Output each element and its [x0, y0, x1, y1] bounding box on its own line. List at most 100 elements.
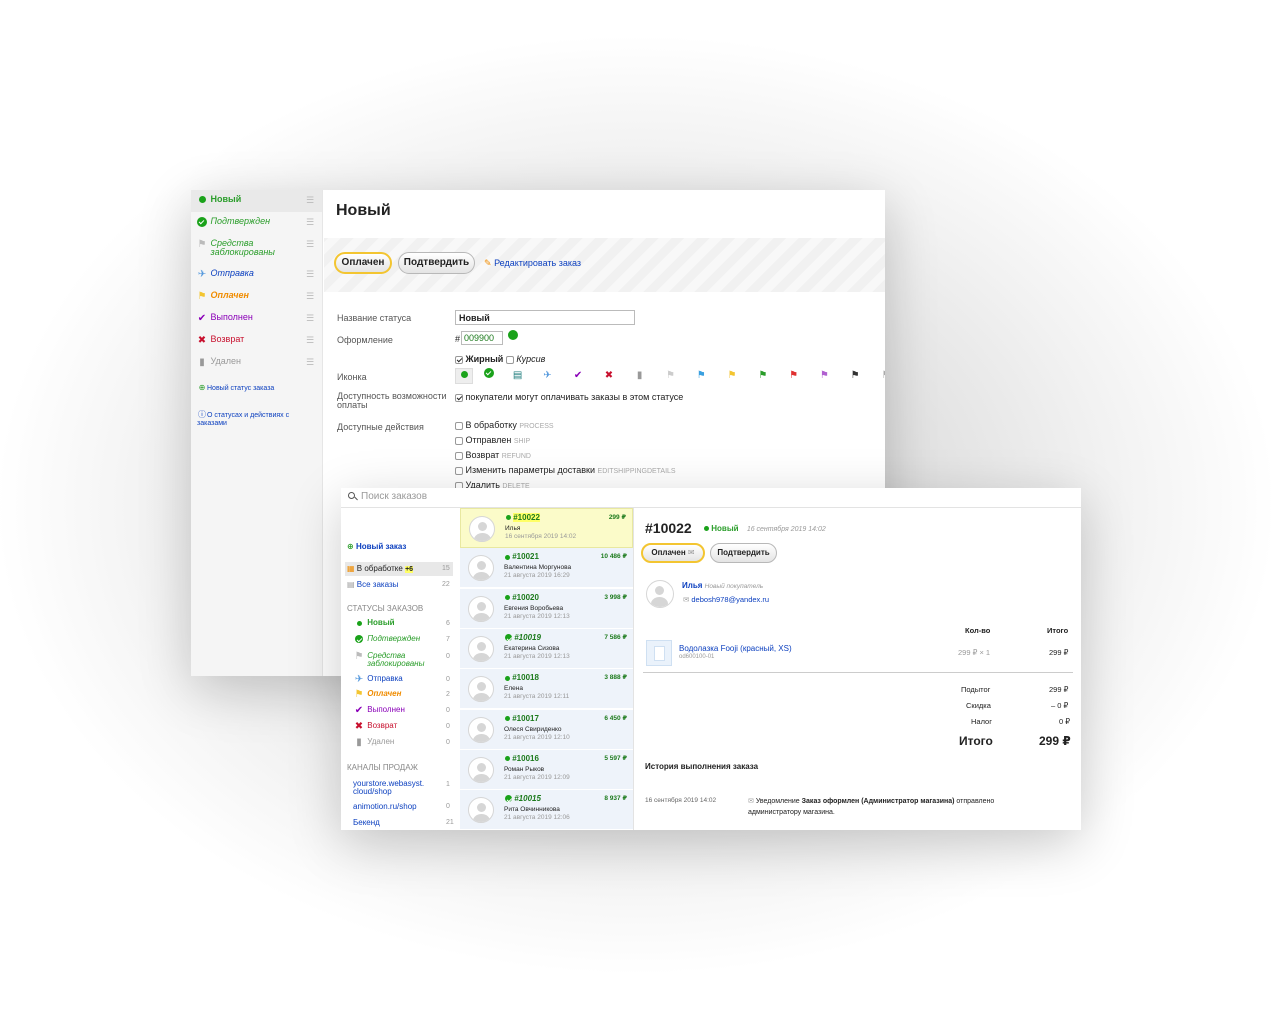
order-number[interactable]: #10022: [506, 513, 540, 522]
sales-channel-1[interactable]: animotion.ru/shop 0: [353, 802, 463, 811]
status-filter-2[interactable]: ⚑ Средства заблокированы 0: [353, 652, 463, 668]
status-filter-3[interactable]: ✈ Отправка 0: [353, 675, 463, 685]
order-number[interactable]: #10015: [505, 794, 541, 803]
sidebar-status-6[interactable]: ✖ Возврат ☰: [191, 330, 322, 352]
flag-blue-icon[interactable]: ⚑: [687, 371, 715, 381]
action-checkbox[interactable]: [455, 466, 463, 475]
order-row[interactable]: #10017 Олеся Свириденко 21 августа 2019 12…: [460, 709, 633, 750]
status-filter-6[interactable]: ✖ Возврат 0: [353, 722, 463, 732]
order-row[interactable]: #10015 Рита Овчинникова 21 августа 2019 12…: [460, 790, 633, 830]
flag-red-icon[interactable]: ⚑: [780, 371, 808, 381]
drag-handle-icon[interactable]: ☰: [306, 291, 314, 302]
order-number[interactable]: #10017: [505, 714, 539, 723]
drag-handle-icon[interactable]: ☰: [306, 239, 314, 250]
customer-name[interactable]: Илья Новый покупатель: [682, 581, 763, 590]
order-number[interactable]: #10018: [505, 673, 539, 682]
sidebar-status-1[interactable]: Подтвержден ☰: [191, 212, 322, 234]
flag-yellow-icon: ⚑: [197, 291, 207, 302]
confirm-button[interactable]: Подтвердить: [398, 252, 475, 274]
sidebar-status-2[interactable]: ⚑ Средства заблокированы ☰: [191, 234, 322, 264]
status-filter-1[interactable]: Подтвержден 7: [353, 635, 463, 646]
flag-green-icon[interactable]: ⚑: [749, 371, 777, 381]
confirm-button[interactable]: Подтвердить: [710, 543, 777, 563]
bold-checkbox[interactable]: [455, 355, 463, 364]
info-circle-icon: ⓘ: [198, 410, 206, 419]
sidebar-status-7[interactable]: ▮ Удален ☰: [191, 352, 322, 374]
all-orders-link[interactable]: ▤ Все заказы 22: [347, 580, 455, 589]
drag-handle-icon[interactable]: ☰: [306, 313, 314, 324]
status-name-input[interactable]: Новый: [455, 310, 635, 325]
check-circle-icon[interactable]: [476, 368, 502, 381]
icon-label: Иконка: [337, 372, 367, 382]
trash-icon[interactable]: ▮: [626, 371, 654, 381]
action-option-0[interactable]: В обработку PROCESS: [455, 420, 554, 430]
flag-yellow-icon[interactable]: ⚑: [718, 371, 746, 381]
dot-icon-option[interactable]: [455, 368, 473, 384]
paid-button[interactable]: Оплачен ✉: [641, 543, 705, 563]
in-processing-link[interactable]: ▦ В обработке +6 15: [345, 562, 453, 576]
action-checkbox[interactable]: [455, 451, 463, 460]
plane-icon[interactable]: ✈: [533, 371, 561, 381]
sales-channel-2[interactable]: Бекенд 21: [353, 818, 463, 827]
sidebar-status-3[interactable]: ✈ Отправка ☰: [191, 264, 322, 286]
customer-avatar: [646, 580, 674, 608]
icon-picker[interactable]: ▤ ✈ ✔ ✖ ▮ ⚑ ⚑ ⚑ ⚑ ⚑ ⚑ ⚑ ⚑: [455, 368, 885, 384]
order-number[interactable]: #10021: [505, 552, 539, 561]
order-row[interactable]: #10021 Валентина Моргунова 21 августа 2019…: [460, 548, 633, 589]
checkmark-icon[interactable]: ✔: [564, 371, 592, 381]
payment-checkbox[interactable]: [455, 393, 463, 402]
sidebar-status-5[interactable]: ✔ Выполнен ☰: [191, 308, 322, 330]
status-filter-7[interactable]: ▮ Удален 0: [353, 738, 463, 748]
new-status-link[interactable]: ⊕ Новый статус заказа: [197, 383, 275, 393]
product-name[interactable]: Водолазка Fooji (красный, XS): [679, 644, 792, 653]
order-row[interactable]: #10020 Евгения Воробьева 21 августа 2019 1…: [460, 588, 633, 629]
cross-icon[interactable]: ✖: [595, 371, 623, 381]
document-icon[interactable]: ▤: [505, 371, 531, 381]
order-row[interactable]: #10022 Илья 16 сентября 2019 14:02 299 ₽: [460, 508, 633, 548]
status-filter-0[interactable]: Новый 6: [353, 619, 463, 629]
flag-striped-icon[interactable]: ⚑: [872, 371, 885, 381]
order-row[interactable]: #10019 Екатерина Сизова 21 августа 2019 12…: [460, 628, 633, 669]
order-number[interactable]: #10016: [505, 754, 539, 763]
paid-button[interactable]: Оплачен: [334, 252, 392, 274]
order-row[interactable]: #10018 Елена 21 августа 2019 12:11 3 888 ₽: [460, 669, 633, 710]
action-option-3[interactable]: Изменить параметры доставки EDITSHIPPING…: [455, 465, 676, 475]
status-filter-4[interactable]: ⚑ Оплачен 2: [353, 690, 463, 700]
action-checkbox[interactable]: [455, 421, 463, 430]
flag-purple-icon[interactable]: ⚑: [810, 371, 838, 381]
trash-icon: ▮: [356, 737, 362, 748]
order-number[interactable]: #10019: [505, 633, 541, 642]
about-statuses-link[interactable]: ⓘО статусах и действиях с заказами: [197, 410, 312, 428]
drag-handle-icon[interactable]: ☰: [306, 335, 314, 346]
new-order-link[interactable]: ⊕ Новый заказ: [347, 542, 406, 551]
items-divider: [643, 672, 1073, 673]
flag-white-icon[interactable]: ⚑: [656, 371, 684, 381]
payment-label: Доступность возможности оплаты: [337, 391, 447, 410]
check-circle-icon: [353, 635, 365, 646]
total-header: Итого: [1047, 626, 1069, 635]
italic-checkbox[interactable]: [505, 355, 514, 364]
check-circle-icon: [196, 217, 208, 230]
status-filter-5[interactable]: ✔ Выполнен 0: [353, 706, 463, 716]
action-checkbox[interactable]: [455, 436, 463, 445]
sidebar-status-4[interactable]: ⚑ Оплачен ☰: [191, 286, 322, 308]
color-swatch[interactable]: [508, 330, 518, 340]
customer-email[interactable]: ✉ debosh978@yandex.ru: [683, 595, 769, 604]
color-input[interactable]: 009900: [461, 331, 503, 345]
sidebar-status-0[interactable]: Новый ☰: [191, 190, 322, 212]
search-bar[interactable]: Поиск заказов: [341, 488, 1081, 508]
drag-handle-icon[interactable]: ☰: [306, 357, 314, 368]
flag-black-icon[interactable]: ⚑: [841, 371, 869, 381]
payment-option[interactable]: покупатели могут оплачивать заказы в это…: [455, 392, 683, 402]
sales-channel-0[interactable]: yourstore.webasyst.cloud/shop 1: [353, 780, 463, 796]
action-option-2[interactable]: Возврат REFUND: [455, 450, 531, 460]
order-row[interactable]: #10016 Роман Рыков 21 августа 2019 12:09 5 …: [460, 749, 633, 790]
statuses-header: СТАТУСЫ ЗАКАЗОВ: [347, 604, 424, 613]
action-option-1[interactable]: Отправлен SHIP: [455, 435, 530, 445]
bold-option[interactable]: Жирный Курсив: [455, 354, 545, 364]
edit-order-link[interactable]: ✎ Редактировать заказ: [484, 258, 581, 269]
drag-handle-icon[interactable]: ☰: [306, 195, 314, 206]
drag-handle-icon[interactable]: ☰: [306, 217, 314, 228]
order-number[interactable]: #10020: [505, 593, 539, 602]
drag-handle-icon[interactable]: ☰: [306, 269, 314, 280]
